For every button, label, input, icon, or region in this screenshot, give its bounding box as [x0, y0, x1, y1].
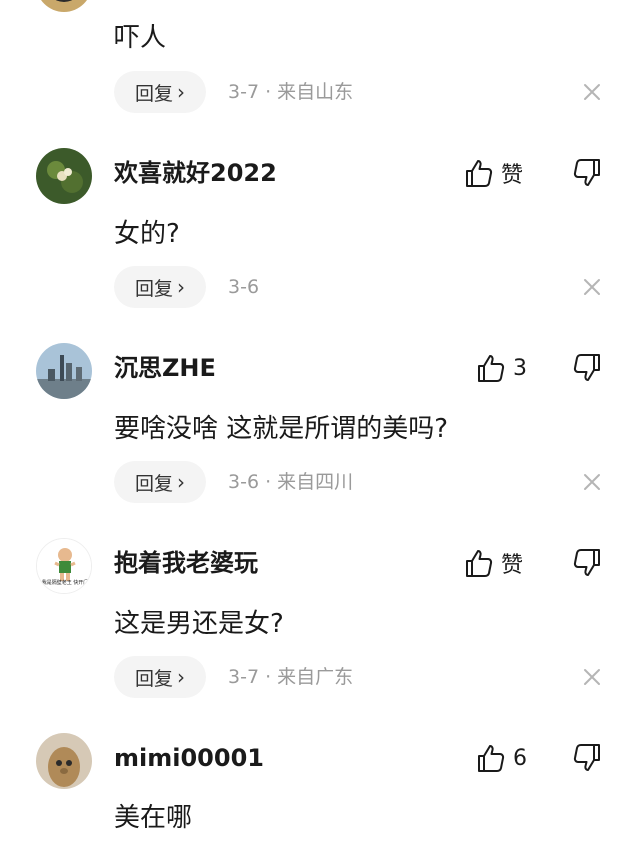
like-label: 赞 — [501, 553, 524, 578]
like-button[interactable]: 赞 — [465, 156, 523, 190]
comment-text: 要啥没啥 这就是所谓的美吗? — [114, 414, 449, 444]
comment-text: 女的? — [114, 219, 180, 249]
reply-button[interactable]: 回复 › — [114, 71, 206, 113]
thumbs-up-icon — [465, 158, 493, 188]
comment-text: 美在哪 — [114, 803, 193, 833]
comment-meta: 3-6 · 来自四川 — [228, 471, 354, 493]
thumbs-up-icon — [477, 353, 505, 383]
chevron-right-icon: › — [177, 470, 185, 494]
like-count: 6 — [513, 745, 527, 771]
avatar[interactable] — [36, 343, 92, 399]
username[interactable]: 沉思ZHE — [114, 352, 216, 384]
close-icon[interactable] — [580, 470, 604, 494]
comment-meta: 3-6 — [228, 276, 260, 298]
close-icon[interactable] — [580, 80, 604, 104]
chevron-right-icon: › — [177, 80, 185, 104]
reply-label: 回复 — [134, 472, 173, 495]
reply-label: 回复 — [134, 82, 173, 105]
thumbs-down-icon[interactable] — [573, 743, 601, 773]
like-label: 赞 — [501, 163, 524, 188]
thumbs-down-icon[interactable] — [573, 548, 601, 578]
comment-text: 这是男还是女? — [114, 609, 284, 639]
reply-button[interactable]: 回复 › — [114, 461, 206, 503]
username[interactable]: 欢喜就好2022 — [114, 157, 277, 189]
comment-meta: 3-7 · 来自广东 — [228, 666, 354, 688]
comment-text: 吓人 — [114, 23, 167, 53]
close-icon[interactable] — [580, 275, 604, 299]
like-button[interactable]: 6 — [477, 741, 527, 775]
reply-button[interactable]: 回复 › — [114, 266, 206, 308]
avatar[interactable] — [36, 148, 92, 204]
avatar[interactable] — [36, 733, 92, 789]
thumbs-down-icon[interactable] — [573, 353, 601, 383]
reply-label: 回复 — [134, 667, 173, 690]
reply-label: 回复 — [134, 277, 173, 300]
thumbs-down-icon[interactable] — [573, 158, 601, 188]
thumbs-up-icon — [465, 548, 493, 578]
chevron-right-icon: › — [177, 275, 185, 299]
like-button[interactable]: 3 — [477, 351, 527, 385]
like-count: 3 — [513, 355, 527, 381]
avatar[interactable] — [36, 0, 92, 12]
username[interactable]: mimi00001 — [114, 742, 264, 774]
avatar[interactable]: 我是隔壁老王 快开门 — [36, 538, 92, 594]
close-icon[interactable] — [580, 665, 604, 689]
chevron-right-icon: › — [177, 665, 185, 689]
avatar-caption: 我是隔壁老王 快开门 — [41, 580, 89, 586]
username[interactable]: 抱着我老婆玩 — [114, 547, 258, 579]
comment-meta: 3-7 · 来自山东 — [228, 81, 354, 103]
thumbs-up-icon — [477, 743, 505, 773]
reply-button[interactable]: 回复 › — [114, 656, 206, 698]
like-button[interactable]: 赞 — [465, 546, 523, 580]
